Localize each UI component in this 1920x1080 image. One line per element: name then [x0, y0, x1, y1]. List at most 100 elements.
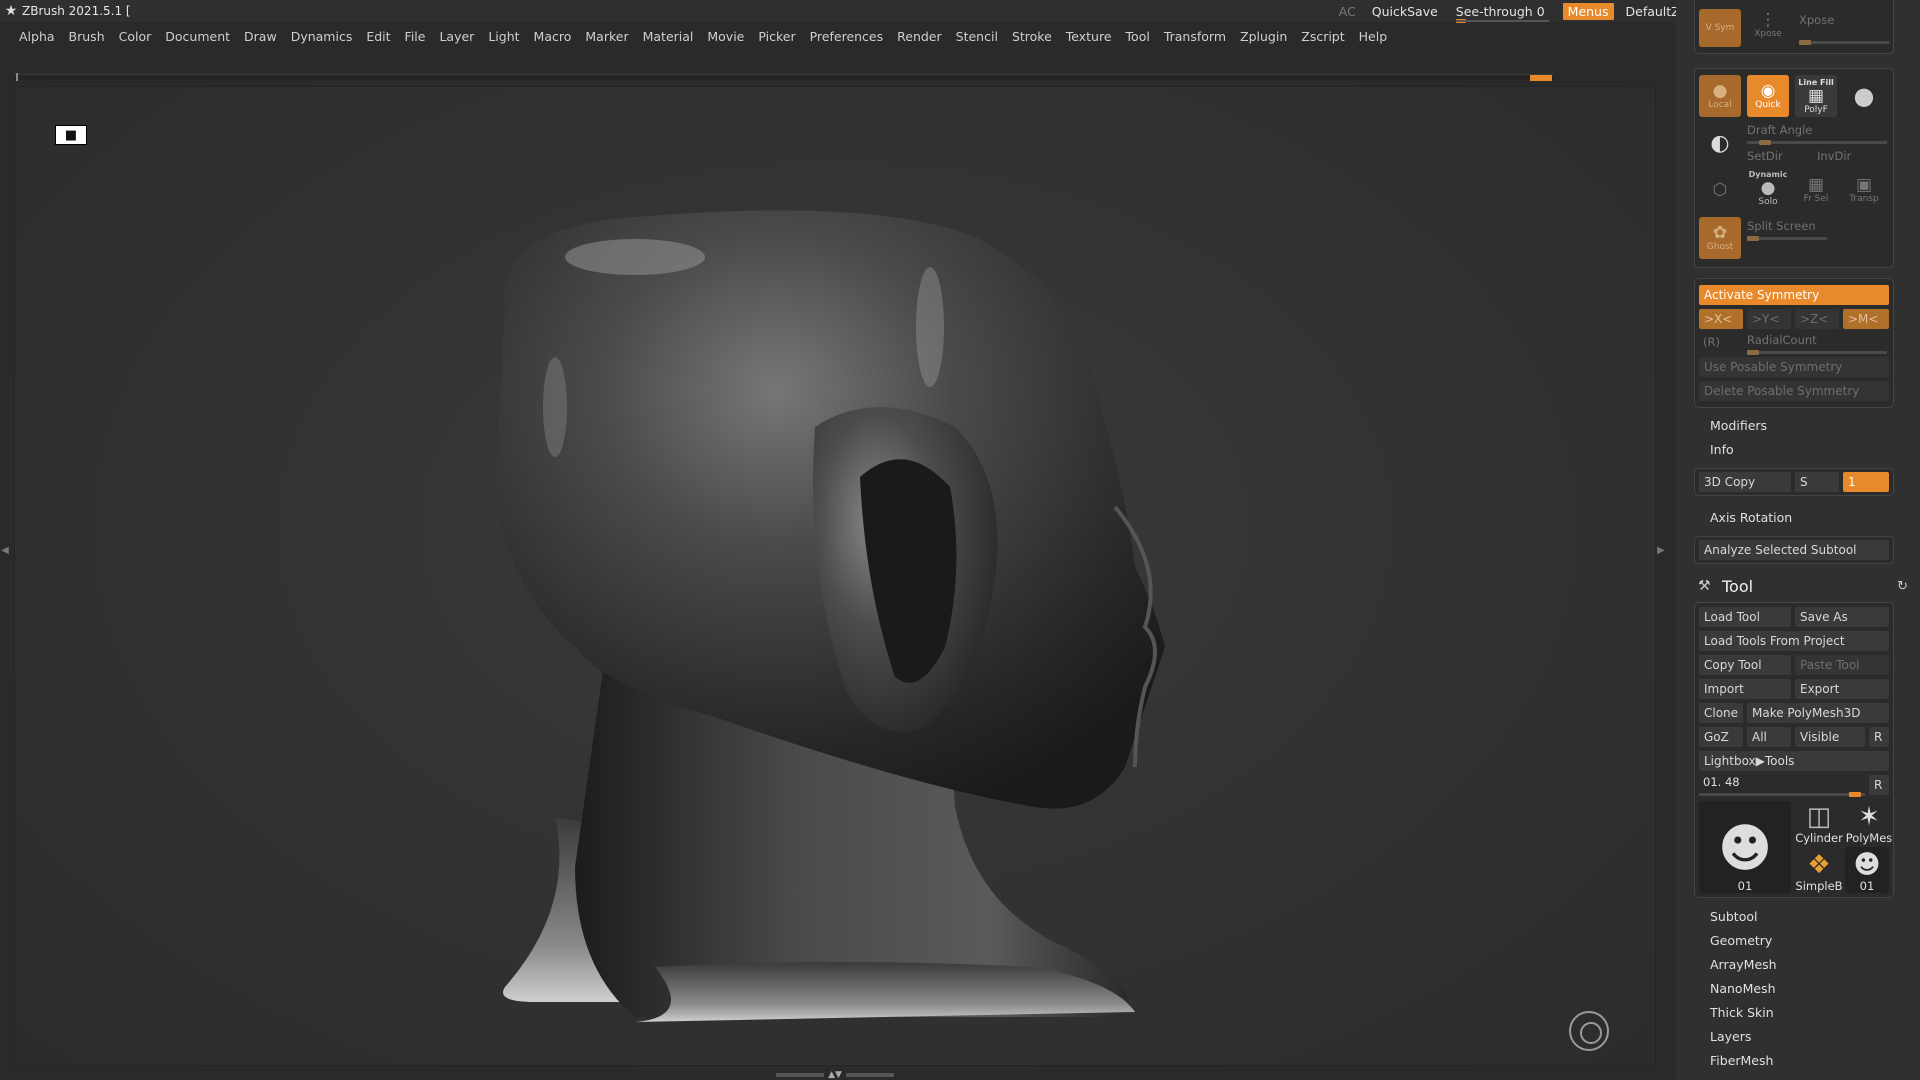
menu-dynamics[interactable]: Dynamics	[284, 29, 360, 44]
analyze-subtool-button[interactable]: Analyze Selected Subtool	[1699, 540, 1889, 560]
clone-button[interactable]: Clone	[1699, 703, 1743, 723]
current-tool-knob[interactable]	[1849, 792, 1861, 797]
menu-texture[interactable]: Texture	[1059, 29, 1119, 44]
menu-transform[interactable]: Transform	[1157, 29, 1233, 44]
sym-x-button[interactable]: >X<	[1699, 309, 1743, 329]
copy3d-s-button[interactable]: S	[1795, 472, 1839, 492]
import-button[interactable]: Import	[1699, 679, 1791, 699]
menu-draw[interactable]: Draw	[237, 29, 284, 44]
goz-r-button[interactable]: R	[1869, 727, 1889, 747]
subpalette-geometry[interactable]: Geometry	[1710, 933, 1772, 948]
menu-light[interactable]: Light	[481, 29, 526, 44]
axis-rotation-subpalette[interactable]: Axis Rotation	[1710, 510, 1792, 525]
menu-brush[interactable]: Brush	[62, 29, 112, 44]
menu-document[interactable]: Document	[158, 29, 237, 44]
menus-toggle[interactable]: Menus	[1562, 2, 1614, 20]
menu-alpha[interactable]: Alpha	[12, 29, 62, 44]
copy3d-value-input[interactable]: 1	[1843, 472, 1889, 492]
menu-zscript[interactable]: Zscript	[1294, 29, 1351, 44]
frsel-button[interactable]: ▦ Fr Sel	[1795, 169, 1837, 211]
xpose-slider-knob[interactable]	[1799, 40, 1811, 45]
draft-angle-knob[interactable]	[1759, 140, 1771, 145]
goz-all-button[interactable]: All	[1747, 727, 1791, 747]
quick-button[interactable]: ◉ Quick	[1747, 75, 1789, 117]
menu-zplugin[interactable]: Zplugin	[1233, 29, 1294, 44]
draft-angle-slider[interactable]	[1747, 140, 1887, 145]
goz-button[interactable]: GoZ	[1699, 727, 1743, 747]
subpalette-thick-skin[interactable]: Thick Skin	[1710, 1005, 1774, 1020]
ac-toggle[interactable]: AC	[1331, 4, 1364, 19]
xpose-button[interactable]: ⋮ Xpose	[1747, 5, 1789, 45]
menu-help[interactable]: Help	[1352, 29, 1395, 44]
split-screen-slider[interactable]	[1747, 236, 1827, 241]
menu-marker[interactable]: Marker	[578, 29, 635, 44]
subpalette-fibermesh[interactable]: FiberMesh	[1710, 1053, 1773, 1068]
invdir-button[interactable]: InvDir	[1817, 149, 1851, 163]
load-tool-button[interactable]: Load Tool	[1699, 607, 1791, 627]
tool-r-button[interactable]: R	[1869, 775, 1889, 795]
copy-tool-button[interactable]: Copy Tool	[1699, 655, 1791, 675]
transp-button[interactable]: ▣ Transp	[1843, 169, 1885, 211]
current-tool-slider[interactable]	[1699, 792, 1865, 797]
menu-movie[interactable]: Movie	[700, 29, 751, 44]
bottom-tray-handle[interactable]: ▲▼	[770, 1070, 900, 1080]
quicksave-button[interactable]: QuickSave	[1364, 4, 1446, 19]
subpalette-layers[interactable]: Layers	[1710, 1029, 1751, 1044]
menu-edit[interactable]: Edit	[359, 29, 397, 44]
see-through-knob[interactable]	[1455, 18, 1466, 23]
tool-palette-header[interactable]: ⚒ Tool ↻	[1698, 574, 1908, 598]
local-button[interactable]: ● Local	[1699, 75, 1741, 117]
copy3d-button[interactable]: 3D Copy	[1699, 472, 1791, 492]
tool-thumb-main[interactable]: ☻ 01	[1699, 801, 1791, 893]
shading-toggle[interactable]: ◐	[1699, 123, 1741, 165]
menu-stencil[interactable]: Stencil	[949, 29, 1005, 44]
goz-visible-button[interactable]: Visible	[1795, 727, 1865, 747]
right-tray-handle[interactable]: ▶	[1656, 490, 1666, 610]
subpalette-subtool[interactable]: Subtool	[1710, 909, 1757, 924]
tool-thumb-small[interactable]: ☻ 01	[1845, 847, 1889, 893]
tool-thumb-cylinder[interactable]: ◫ Cylinder	[1795, 801, 1843, 845]
subpalette-nanomesh[interactable]: NanoMesh	[1710, 981, 1776, 996]
tool-thumb-polymesh[interactable]: ✶ PolyMes	[1845, 801, 1893, 845]
menu-picker[interactable]: Picker	[751, 29, 802, 44]
menu-layer[interactable]: Layer	[432, 29, 481, 44]
sym-z-button[interactable]: >Z<	[1795, 309, 1839, 329]
paste-tool-button[interactable]: Paste Tool	[1795, 655, 1889, 675]
menu-tool[interactable]: Tool	[1119, 29, 1157, 44]
subpalette-arraymesh[interactable]: ArrayMesh	[1710, 957, 1777, 972]
transp-sphere-button[interactable]: ●	[1843, 75, 1885, 117]
palette-reset-icon[interactable]: ↻	[1897, 579, 1908, 594]
menu-render[interactable]: Render	[890, 29, 949, 44]
navigation-gizmo-icon[interactable]	[1569, 1011, 1609, 1051]
see-through-slider[interactable]: See-through 0	[1446, 4, 1559, 23]
sym-m-button[interactable]: >M<	[1843, 309, 1889, 329]
menu-file[interactable]: File	[398, 29, 433, 44]
shelf-orange-marker[interactable]	[1530, 75, 1552, 81]
radial-r-button[interactable]: (R)	[1703, 335, 1720, 349]
menu-material[interactable]: Material	[636, 29, 701, 44]
menu-color[interactable]: Color	[112, 29, 159, 44]
menu-macro[interactable]: Macro	[527, 29, 579, 44]
split-screen-knob[interactable]	[1747, 236, 1759, 241]
xpose-slider[interactable]	[1799, 40, 1889, 45]
info-subpalette[interactable]: Info	[1710, 442, 1734, 457]
save-as-button[interactable]: Save As	[1795, 607, 1889, 627]
use-posable-symmetry-button[interactable]: Use Posable Symmetry	[1699, 357, 1889, 377]
radial-count-knob[interactable]	[1747, 350, 1759, 355]
tool-thumb-simpleb[interactable]: ❖ SimpleB	[1795, 847, 1843, 893]
make-polymesh3d-button[interactable]: Make PolyMesh3D	[1747, 703, 1889, 723]
ghost-button[interactable]: ✿ Ghost	[1699, 217, 1741, 259]
setdir-button[interactable]: SetDir	[1747, 149, 1783, 163]
activate-symmetry-button[interactable]: Activate Symmetry	[1699, 285, 1889, 305]
document-viewport[interactable]: ■	[14, 86, 1656, 1066]
delete-posable-symmetry-button[interactable]: Delete Posable Symmetry	[1699, 381, 1889, 401]
radial-count-slider[interactable]	[1747, 350, 1887, 355]
left-tray-handle[interactable]: ◀	[0, 490, 10, 610]
sym-y-button[interactable]: >Y<	[1747, 309, 1791, 329]
vsym-button[interactable]: V Sym	[1699, 9, 1741, 47]
document-thumbnail-icon[interactable]: ■	[55, 125, 87, 145]
modifiers-subpalette[interactable]: Modifiers	[1710, 418, 1767, 433]
lightbox-tools-button[interactable]: Lightbox▶Tools	[1699, 751, 1889, 771]
export-button[interactable]: Export	[1795, 679, 1889, 699]
solo-button[interactable]: Dynamic ● Solo	[1747, 167, 1789, 209]
